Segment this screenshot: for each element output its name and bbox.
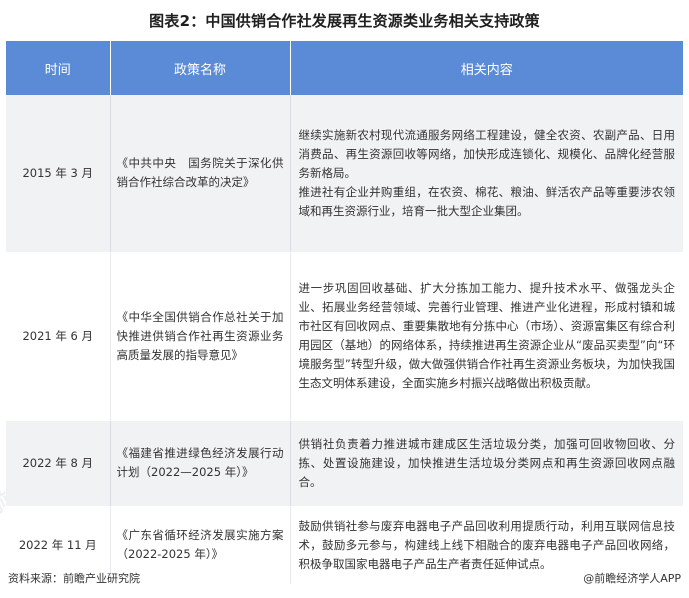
- row-time: 2022 年 8 月: [6, 420, 110, 507]
- content-paragraph: 供销社负责着力推进城市建成区生活垃圾分类，加强可回收物回收、分拣、处置设施建设，…: [298, 436, 676, 489]
- page-title: 图表2：中国供销合作社发展再生资源类业务相关支持政策: [149, 12, 540, 30]
- table-row: 2015 年 3 月 《中共中央 国务院关于深化供销合作社综合改革的决定》 继续…: [6, 95, 683, 253]
- brand-credit: @前瞻经济学人APP: [583, 572, 681, 585]
- row-time: 2015 年 3 月: [6, 95, 110, 253]
- row-content: 供销社负责着力推进城市建成区生活垃圾分类，加强可回收物回收、分拣、处置设施建设，…: [290, 420, 683, 507]
- row-policy: 《中华全国供销合作总社关于加快推进供销合作社再生资源业务高质量发展的指导意见》: [109, 252, 291, 421]
- row-content: 进一步巩固回收基础、扩大分拣加工能力、提升技术水平、做强龙头企业、拓展业务经营领…: [290, 252, 683, 421]
- content-paragraph: 推进社有企业并购重组，在农资、棉花、粮油、鲜活农产品等重要涉农领域和再生资源行业…: [298, 184, 676, 218]
- header-time: 时间: [6, 41, 111, 95]
- table-row: 2022 年 8 月 《福建省推进绿色经济发展行动计划（2022—2025 年）…: [6, 420, 683, 507]
- policy-table: 时间 政策名称 相关内容 2015 年 3 月 《中共中央 国务院关于深化供销合…: [6, 41, 683, 585]
- table-header-row: 时间 政策名称 相关内容: [6, 41, 683, 95]
- row-policy: 《福建省推进绿色经济发展行动计划（2022—2025 年）》: [109, 420, 291, 507]
- content-paragraph: 进一步巩固回收基础、扩大分拣加工能力、提升技术水平、做强龙头企业、拓展业务经营领…: [298, 281, 676, 390]
- source-note: 资料来源：前瞻产业研究院: [8, 572, 140, 585]
- row-policy: 《中共中央 国务院关于深化供销合作社综合改革的决定》: [109, 95, 291, 253]
- table-row: 2021 年 6 月 《中华全国供销合作总社关于加快推进供销合作社再生资源业务高…: [6, 252, 683, 421]
- header-content: 相关内容: [290, 41, 683, 95]
- row-content: 继续实施新农村现代流通服务网络工程建设，健全农资、农副产品、日用消费品、再生资源…: [290, 95, 683, 253]
- row-time: 2021 年 6 月: [6, 252, 110, 421]
- content-paragraph: 继续实施新农村现代流通服务网络工程建设，健全农资、农副产品、日用消费品、再生资源…: [298, 127, 676, 180]
- header-policy: 政策名称: [110, 41, 291, 95]
- content-paragraph: 鼓励供销社参与废弃电器电子产品回收利用提质行动，利用互联网信息技术，鼓励多元参与…: [298, 518, 676, 571]
